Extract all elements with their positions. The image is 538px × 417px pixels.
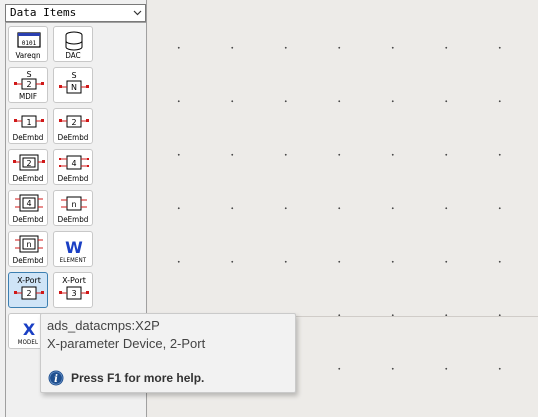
svg-text:3: 3: [71, 289, 76, 298]
tooltip-description: X-parameter Device, 2-Port: [47, 336, 206, 351]
svg-text:i: i: [54, 374, 58, 385]
svg-text:X: X: [23, 320, 36, 339]
svg-text:n: n: [26, 240, 31, 249]
chevron-down-icon: [133, 10, 142, 16]
palette-item-deembed-n[interactable]: n DeEmbd: [53, 190, 93, 226]
svg-text:n: n: [71, 200, 76, 209]
palette-item-label: DAC: [65, 51, 81, 60]
palette-item-xport-3[interactable]: X-Port 3: [53, 272, 93, 308]
svg-text:S: S: [26, 70, 31, 79]
palette-item-mdif[interactable]: S 2 MDIF: [8, 67, 48, 103]
svg-text:S: S: [71, 71, 76, 80]
palette-item-w-element[interactable]: W ELEMENT: [53, 231, 93, 267]
palette-item-label: MDIF: [18, 92, 37, 101]
svg-text:2: 2: [71, 118, 76, 127]
tooltip-title: ads_datacmps:X2P: [47, 318, 160, 333]
palette-item-deembed-4-double[interactable]: 4 DeEmbd: [8, 190, 48, 226]
svg-text:2: 2: [26, 289, 31, 298]
palette-item-vareqn[interactable]: 0101 Vareqn: [8, 26, 48, 62]
info-icon: i: [48, 370, 64, 386]
palette-item-label: DeEmbd: [57, 215, 89, 224]
palette-item-deembed-2-double[interactable]: 2 DeEmbd: [8, 149, 48, 185]
svg-text:N: N: [71, 83, 77, 92]
svg-text:4: 4: [26, 199, 31, 208]
palette-item-xport-2[interactable]: X-Port 2: [8, 272, 48, 308]
palette-item-deembed-4[interactable]: 4 DeEmbd: [53, 149, 93, 185]
xport-3-icon: X-Port 3: [59, 276, 89, 300]
palette-item-dac[interactable]: DAC: [53, 26, 93, 62]
svg-text:2: 2: [26, 80, 31, 89]
palette-category-dropdown[interactable]: Data Items: [5, 4, 146, 22]
svg-text:1: 1: [26, 118, 31, 127]
palette-item-label: ELEMENT: [59, 257, 87, 264]
palette-item-label: DeEmbd: [12, 133, 44, 142]
svg-text:X-Port: X-Port: [62, 276, 86, 285]
palette-item-label: DeEmbd: [57, 133, 89, 142]
palette-item-label: Vareqn: [15, 51, 41, 60]
palette-item-label: DeEmbd: [12, 256, 44, 265]
palette-category-value: Data Items: [10, 6, 77, 19]
xport-2-icon: X-Port 2: [14, 276, 44, 300]
palette-item-deembed-2[interactable]: 2 DeEmbd: [53, 108, 93, 144]
sn-param-icon: S N: [59, 71, 89, 94]
svg-text:X-Port: X-Port: [17, 276, 41, 285]
svg-text:0101: 0101: [22, 40, 37, 47]
svg-text:W: W: [65, 238, 83, 257]
palette-item-sn-param[interactable]: S N: [53, 67, 93, 103]
palette-item-label: DeEmbd: [57, 174, 89, 183]
svg-text:2: 2: [26, 159, 31, 168]
palette-item-label: DeEmbd: [12, 174, 44, 183]
palette-item-label: DeEmbd: [12, 215, 44, 224]
svg-text:4: 4: [71, 159, 76, 168]
component-tooltip: ads_datacmps:X2P X-parameter Device, 2-P…: [40, 313, 296, 393]
palette-item-deembed-n-double[interactable]: n DeEmbd: [8, 231, 48, 267]
tooltip-help-text: Press F1 for more help.: [71, 371, 205, 385]
palette-item-deembed-1[interactable]: 1 DeEmbd: [8, 108, 48, 144]
